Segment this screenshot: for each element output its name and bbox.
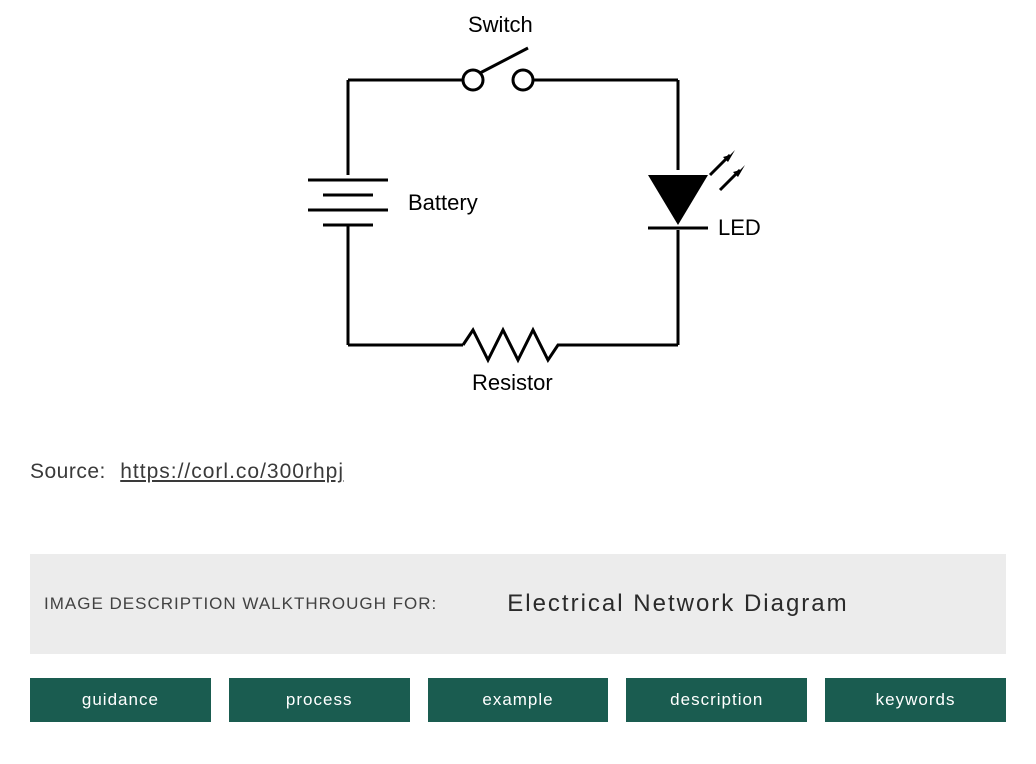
source-label: Source:	[30, 460, 106, 483]
walkthrough-title: Electrical Network Diagram	[507, 590, 848, 618]
led-label: LED	[718, 215, 761, 240]
tab-guidance[interactable]: guidance	[30, 678, 211, 722]
tab-example[interactable]: example	[428, 678, 609, 722]
walkthrough-bar: IMAGE DESCRIPTION WALKTHROUGH FOR: Elect…	[30, 554, 1006, 654]
source-row: Source: https://corl.co/300rhpj	[0, 460, 1036, 484]
source-link[interactable]: https://corl.co/300rhpj	[120, 460, 344, 483]
circuit-diagram: Switch Battery LED Resistor	[268, 0, 768, 420]
circuit-diagram-container: Switch Battery LED Resistor	[0, 0, 1036, 420]
battery-label: Battery	[408, 190, 478, 215]
tab-keywords[interactable]: keywords	[825, 678, 1006, 722]
tab-description[interactable]: description	[626, 678, 807, 722]
switch-label: Switch	[468, 12, 533, 37]
tab-process[interactable]: process	[229, 678, 410, 722]
walkthrough-label: IMAGE DESCRIPTION WALKTHROUGH FOR:	[44, 594, 437, 614]
resistor-label: Resistor	[472, 370, 553, 395]
tabs-container: guidance process example description key…	[30, 678, 1006, 722]
